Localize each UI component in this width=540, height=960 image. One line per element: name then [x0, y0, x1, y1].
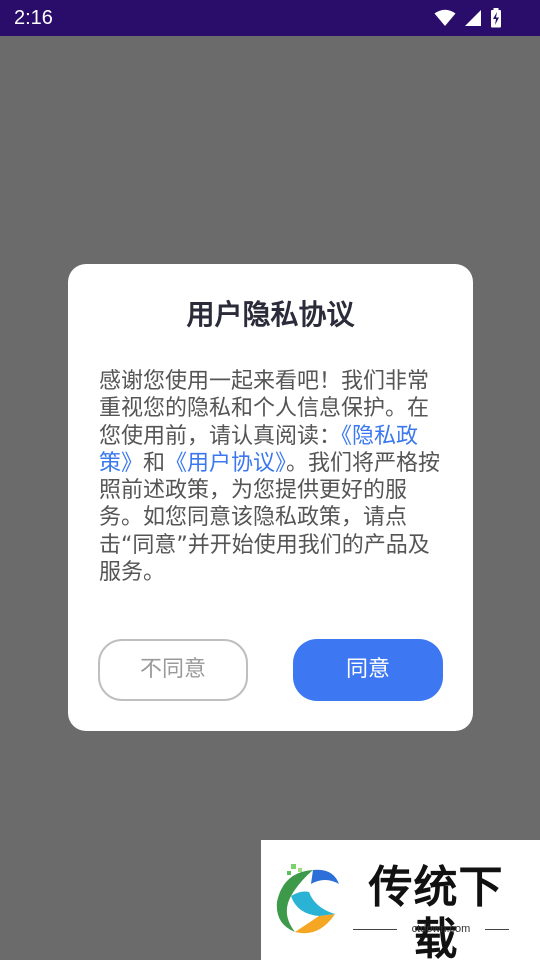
status-icons — [426, 7, 502, 29]
wifi-icon — [434, 9, 456, 26]
signal-icon — [465, 10, 481, 26]
watermark-brand: 传统下载 — [368, 862, 504, 960]
watermark-divider-left — [353, 929, 397, 930]
status-time: 2:16 — [14, 7, 53, 29]
watermark-url: ctdown.com — [411, 923, 471, 935]
agree-button[interactable]: 同意 — [293, 639, 443, 701]
privacy-dialog: 用户隐私协议 感谢您使用一起来看吧！我们非常重视您的隐私和个人信息保护。在您使用… — [68, 264, 473, 731]
dialog-body: 感谢您使用一起来看吧！我们非常重视您的隐私和个人信息保护。在您使用前，请认真阅读… — [99, 368, 442, 586]
dialog-title: 用户隐私协议 — [186, 298, 355, 331]
user-agreement-link[interactable]: 《用户协议》 — [165, 451, 286, 476]
watermark-banner: 传统下载 ctdown.com — [261, 840, 540, 960]
body-text-connector: 和 — [143, 450, 166, 476]
app-screen: 2:16 用户隐私协议 感谢您使用一起来看吧！我们非常重视您的隐私和个人信息保护… — [0, 0, 540, 960]
ctdown-logo-icon — [276, 864, 339, 934]
watermark-divider-right — [485, 929, 509, 930]
status-bar: 2:16 — [0, 0, 540, 36]
disagree-button[interactable]: 不同意 — [98, 639, 248, 701]
battery-charging-icon — [491, 8, 501, 28]
